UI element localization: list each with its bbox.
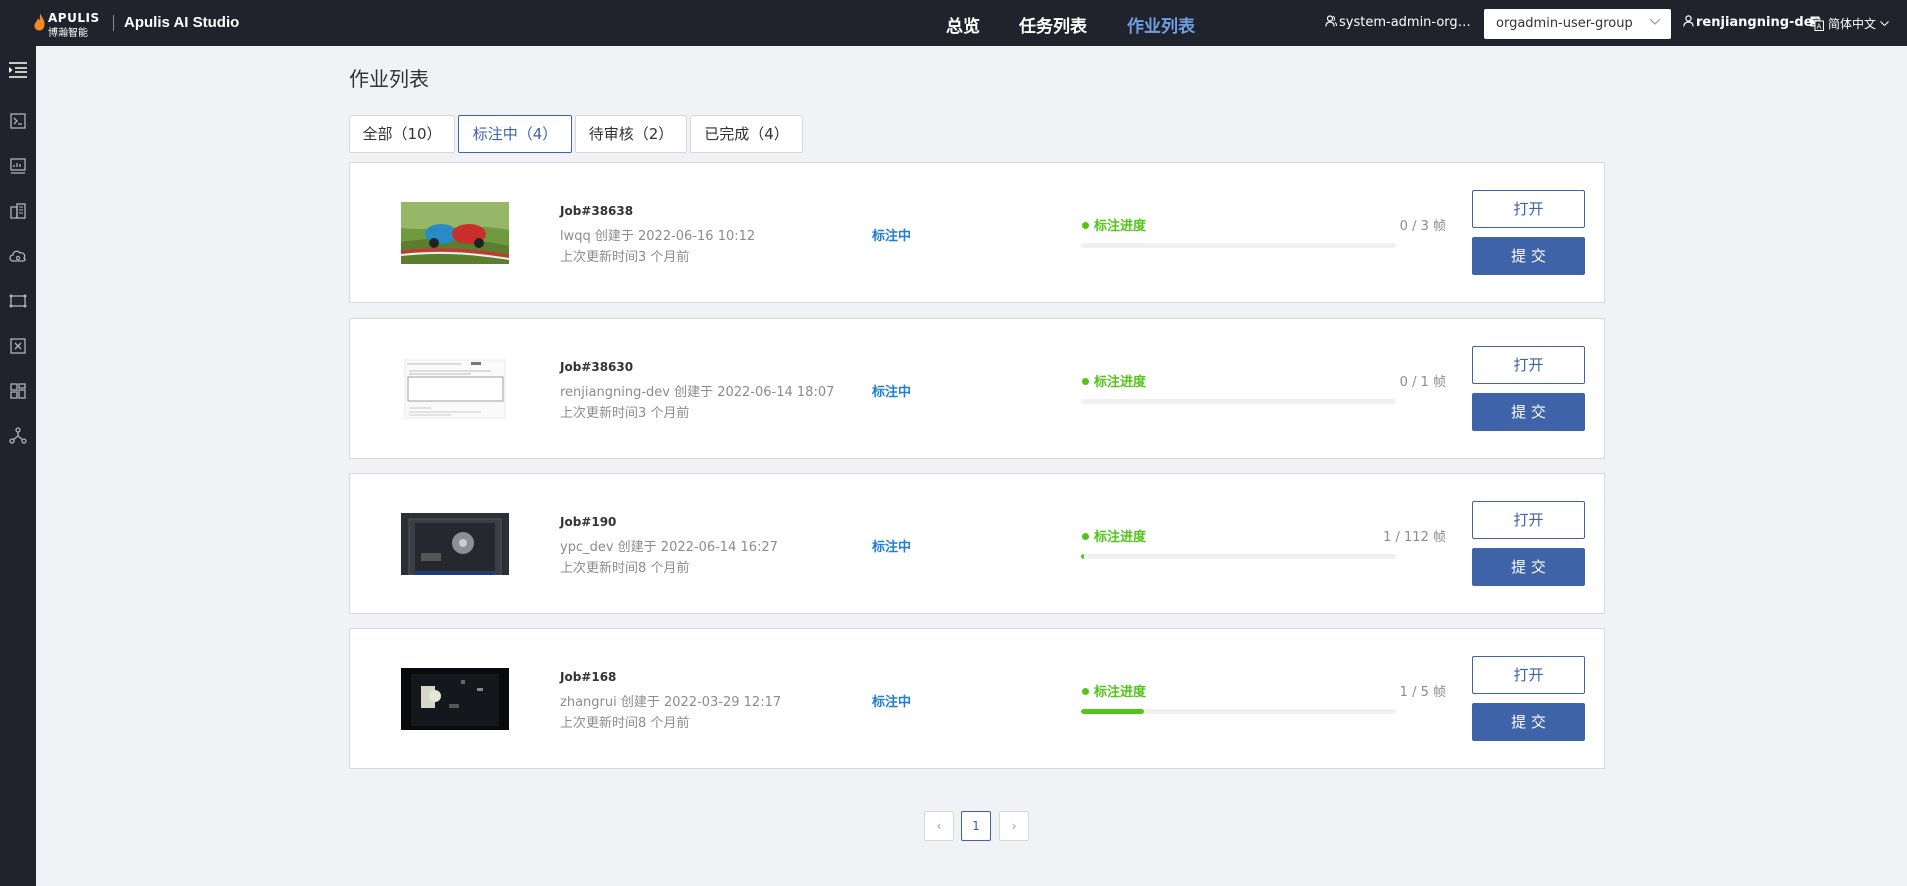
chevron-down-icon (1649, 18, 1661, 25)
network-icon[interactable] (8, 426, 28, 446)
job-updated: 上次更新时间8 个月前 (560, 716, 690, 731)
org-user-label: system-admin-organ... (1339, 15, 1473, 30)
current-user-label: renjiangning-dev (1696, 15, 1821, 30)
job-creator: ypc_dev 创建于 2022-06-14 16:27 (560, 540, 778, 555)
progress-count: 0 / 1 帧 (1399, 375, 1446, 390)
nav-overview[interactable]: 总览 (946, 12, 980, 37)
status-dot (1082, 688, 1089, 695)
page-title: 作业列表 (349, 67, 429, 91)
status-dot (1082, 533, 1089, 540)
progress-bar (1081, 554, 1396, 559)
progress-label-text: 标注进度 (1094, 375, 1147, 390)
tab-all[interactable]: 全部（10） (349, 115, 455, 153)
progress-count: 1 / 112 帧 (1383, 530, 1446, 545)
users-icon (1325, 15, 1337, 27)
job-thumbnail[interactable] (401, 668, 509, 730)
open-button[interactable]: 打开 (1472, 501, 1585, 539)
submit-button[interactable]: 提 交 (1472, 548, 1585, 586)
nav-task-list[interactable]: 任务列表 (1019, 12, 1087, 37)
group-select[interactable]: orgadmin-user-group (1484, 9, 1671, 39)
tab-pending-review[interactable]: 待审核（2） (575, 115, 687, 153)
progress-label: 标注进度 (1082, 681, 1146, 700)
brand-name-cn: 博瀚智能 (48, 28, 88, 39)
open-button[interactable]: 打开 (1472, 346, 1585, 384)
flame-icon (34, 13, 45, 31)
progress-fill (1081, 709, 1144, 714)
progress-label-text: 标注进度 (1094, 530, 1147, 545)
job-status: 标注中 (872, 385, 912, 400)
chevron-right-icon: › (1011, 819, 1017, 833)
pagination-page-1[interactable]: 1 (961, 811, 991, 841)
pagination-next-button[interactable]: › (999, 811, 1029, 841)
job-creator: renjiangning-dev 创建于 2022-06-14 18:07 (560, 385, 835, 400)
progress-label-text: 标注进度 (1094, 219, 1147, 234)
tab-completed[interactable]: 已完成（4） (690, 115, 803, 153)
status-dot (1082, 378, 1089, 385)
cloud-icon[interactable] (8, 246, 28, 266)
job-card: Job#38638 lwqq 创建于 2022-06-16 10:12 上次更新… (349, 162, 1605, 303)
svg-text:A: A (1817, 23, 1822, 31)
job-updated: 上次更新时间3 个月前 (560, 250, 690, 265)
org-user[interactable]: system-admin-organ... (1325, 15, 1473, 30)
translate-icon: 文A (1810, 16, 1824, 31)
job-creator: lwqq 创建于 2022-06-16 10:12 (560, 229, 756, 244)
chevron-left-icon: ‹ (936, 819, 942, 833)
progress-label: 标注进度 (1082, 526, 1146, 545)
job-thumbnail[interactable] (401, 358, 509, 420)
current-user[interactable]: renjiangning-dev (1683, 15, 1821, 30)
logo[interactable]: APULIS 博瀚智能 (34, 11, 104, 39)
language-label: 简体中文 (1828, 17, 1877, 31)
progress-label: 标注进度 (1082, 371, 1146, 390)
job-title[interactable]: Job#190 (560, 515, 616, 529)
building-icon[interactable] (8, 201, 28, 221)
submit-button[interactable]: 提 交 (1472, 703, 1585, 741)
dataset-icon[interactable] (8, 291, 28, 311)
job-card: Job#190 ypc_dev 创建于 2022-06-14 16:27 上次更… (349, 473, 1605, 614)
monitor-icon[interactable] (8, 156, 28, 176)
group-select-value: orgadmin-user-group (1496, 16, 1633, 31)
submit-button[interactable]: 提 交 (1472, 393, 1585, 431)
job-title[interactable]: Job#38630 (560, 360, 633, 374)
progress-count: 1 / 5 帧 (1399, 685, 1446, 700)
language-switch[interactable]: 文A 简体中文 (1810, 15, 1889, 32)
menu-toggle-icon[interactable] (8, 60, 28, 80)
logo-divider (113, 15, 114, 31)
status-dot (1082, 222, 1089, 229)
pagination-prev-button[interactable]: ‹ (924, 811, 954, 841)
tab-labeling[interactable]: 标注中（4） (458, 115, 572, 153)
job-updated: 上次更新时间8 个月前 (560, 561, 690, 576)
job-title[interactable]: Job#168 (560, 670, 616, 684)
progress-label-text: 标注进度 (1094, 685, 1147, 700)
sidebar (0, 46, 36, 886)
submit-button[interactable]: 提 交 (1472, 237, 1585, 275)
progress-bar (1081, 709, 1396, 714)
brand-name: APULIS (48, 11, 100, 25)
job-title[interactable]: Job#38638 (560, 204, 633, 218)
job-thumbnail[interactable] (401, 513, 509, 575)
job-card: Job#38630 renjiangning-dev 创建于 2022-06-1… (349, 318, 1605, 459)
model-icon[interactable] (8, 336, 28, 356)
user-icon (1683, 15, 1694, 27)
progress-bar (1081, 243, 1396, 248)
terminal-icon[interactable] (8, 111, 28, 131)
job-card: Job#168 zhangrui 创建于 2022-03-29 12:17 上次… (349, 628, 1605, 769)
job-status: 标注中 (872, 540, 912, 555)
top-bar: APULIS 博瀚智能 Apulis AI Studio 总览 任务列表 作业列… (0, 0, 1907, 46)
app-title: Apulis AI Studio (124, 14, 240, 31)
dashboard-icon[interactable] (8, 381, 28, 401)
nav-job-list[interactable]: 作业列表 (1127, 12, 1195, 37)
open-button[interactable]: 打开 (1472, 190, 1585, 228)
job-status: 标注中 (872, 695, 912, 710)
progress-count: 0 / 3 帧 (1399, 219, 1446, 234)
progress-label: 标注进度 (1082, 215, 1146, 234)
job-status: 标注中 (872, 229, 912, 244)
job-updated: 上次更新时间3 个月前 (560, 406, 690, 421)
progress-fill (1081, 554, 1084, 559)
job-thumbnail[interactable] (401, 202, 509, 264)
open-button[interactable]: 打开 (1472, 656, 1585, 694)
progress-bar (1081, 399, 1396, 404)
job-creator: zhangrui 创建于 2022-03-29 12:17 (560, 695, 782, 710)
chevron-down-icon (1880, 21, 1889, 27)
